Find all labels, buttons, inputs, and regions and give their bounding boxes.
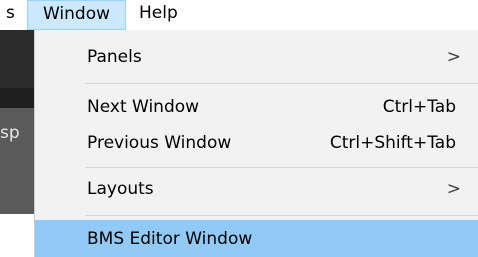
menubar-item-help[interactable]: Help [139, 0, 189, 30]
menu-item-layouts-label: Layouts [87, 179, 154, 199]
menubar-item-window-label: Window [42, 4, 111, 24]
background-app-panel-divider [0, 88, 34, 108]
menu-item-previous-window-label: Previous Window [87, 133, 232, 153]
chevron-right-icon: > [446, 47, 461, 67]
menu-separator [85, 215, 478, 216]
background-app-panel-low [0, 160, 34, 214]
screen: sp s Window Help Panels > Next Window Ct… [0, 0, 478, 257]
menu-item-bms-editor-window[interactable]: BMS Editor Window [35, 220, 478, 257]
background-app-text-fragment: sp [0, 123, 20, 143]
menubar-item-window[interactable]: Window [27, 0, 126, 30]
menu-item-panels-label: Panels [87, 47, 142, 67]
background-app-text: sp [0, 123, 34, 143]
window-menu-dropdown: Panels > Next Window Ctrl+Tab Previous W… [34, 30, 478, 257]
menubar-item-previous[interactable]: s [0, 0, 18, 30]
menu-bar: s Window Help [0, 0, 478, 30]
menubar-item-previous-label: s [6, 3, 15, 23]
menu-item-next-window[interactable]: Next Window Ctrl+Tab [35, 88, 478, 126]
menu-item-bms-editor-window-label: BMS Editor Window [87, 229, 253, 249]
chevron-right-icon: > [446, 179, 461, 199]
menu-item-panels[interactable]: Panels > [35, 38, 478, 76]
menu-separator [85, 83, 478, 84]
menu-item-next-window-shortcut: Ctrl+Tab [382, 97, 456, 117]
menu-separator [85, 167, 478, 168]
menu-item-previous-window[interactable]: Previous Window Ctrl+Shift+Tab [35, 124, 478, 162]
menubar-item-help-label: Help [139, 3, 178, 23]
background-app-panel-top [0, 30, 34, 88]
menu-item-next-window-label: Next Window [87, 97, 200, 117]
menu-item-previous-window-shortcut: Ctrl+Shift+Tab [329, 133, 456, 153]
menu-item-layouts[interactable]: Layouts > [35, 170, 478, 208]
